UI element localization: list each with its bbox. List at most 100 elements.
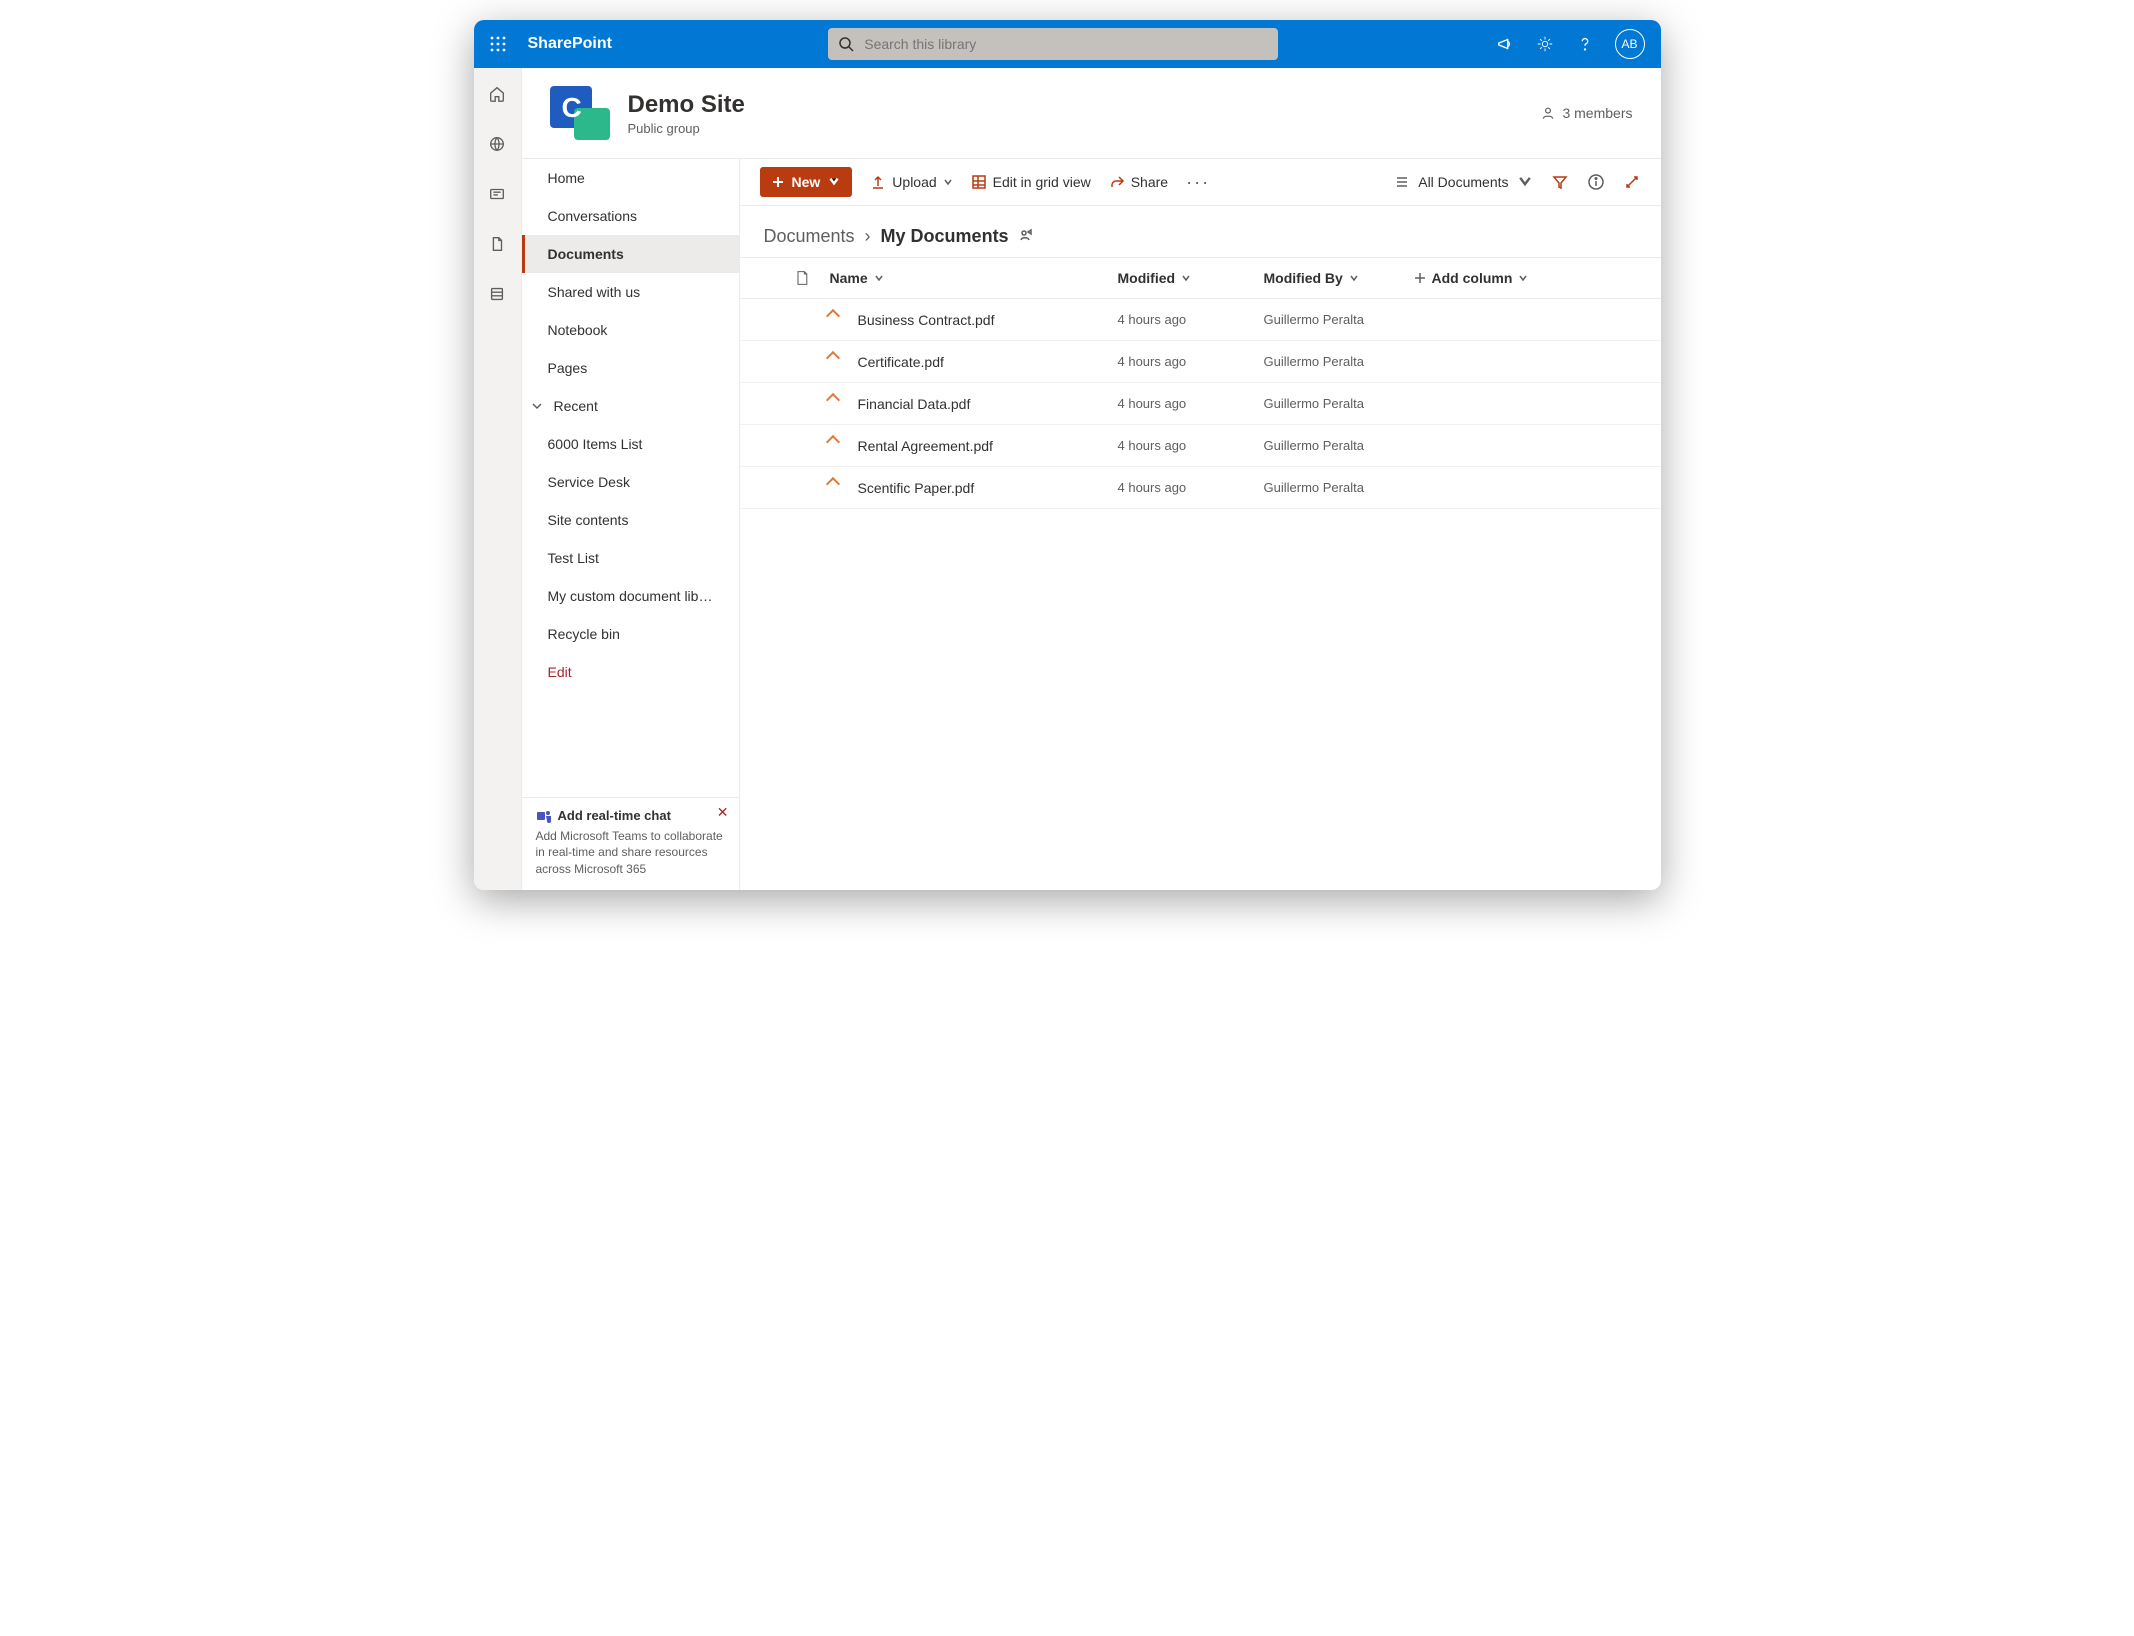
file-name[interactable]: Business Contract.pdf [858, 312, 995, 328]
new-button[interactable]: New [760, 167, 853, 197]
nav-item-service-desk[interactable]: Service Desk [522, 463, 739, 501]
breadcrumb: Documents › My Documents [740, 206, 1661, 257]
search-input[interactable] [864, 36, 1268, 52]
view-selector[interactable]: All Documents [1394, 173, 1532, 192]
table-row[interactable]: Rental Agreement.pdf 4 hours agoGuillermo… [740, 425, 1661, 467]
rail-news-icon[interactable] [481, 178, 513, 210]
rail-file-icon[interactable] [481, 228, 513, 260]
file-type-column-icon[interactable] [794, 270, 830, 286]
nav-item-test-list[interactable]: Test List [522, 539, 739, 577]
sharepoint-window: SharePoint AB [474, 20, 1661, 890]
file-modified: 4 hours ago [1118, 480, 1264, 495]
help-icon[interactable] [1575, 34, 1595, 54]
content-area: New Upload Edit in grid view [740, 159, 1661, 890]
command-bar: New Upload Edit in grid view [740, 159, 1661, 206]
upload-icon [870, 174, 886, 190]
folder-share-icon[interactable] [1019, 226, 1033, 247]
column-header-modified-by[interactable]: Modified By [1264, 270, 1414, 286]
nav-item-pages[interactable]: Pages [522, 349, 739, 387]
settings-icon[interactable] [1535, 34, 1555, 54]
info-icon[interactable] [1587, 173, 1605, 191]
rail-list-icon[interactable] [481, 278, 513, 310]
chevron-down-icon [828, 174, 840, 190]
file-modified: 4 hours ago [1118, 354, 1264, 369]
file-name[interactable]: Certificate.pdf [858, 354, 944, 370]
nav-item-6000-items-list[interactable]: 6000 Items List [522, 425, 739, 463]
chevron-down-icon [1518, 270, 1528, 286]
site-title[interactable]: Demo Site [628, 91, 1523, 119]
file-modified-by: Guillermo Peralta [1264, 438, 1414, 453]
left-navigation: HomeConversationsDocumentsShared with us… [522, 159, 740, 890]
breadcrumb-current: My Documents [881, 226, 1009, 247]
table-header: Name Modified Modified By [740, 257, 1661, 299]
file-modified-by: Guillermo Peralta [1264, 354, 1414, 369]
person-icon [1540, 105, 1556, 121]
chevron-down-icon [530, 399, 544, 413]
add-column-button[interactable]: Add column [1414, 270, 1637, 286]
column-header-modified[interactable]: Modified [1118, 270, 1264, 286]
suite-header: SharePoint AB [474, 20, 1661, 68]
file-name[interactable]: Financial Data.pdf [858, 396, 971, 412]
nav-item-recycle-bin[interactable]: Recycle bin [522, 615, 739, 653]
table-row[interactable]: Financial Data.pdf 4 hours agoGuillermo P… [740, 383, 1661, 425]
chevron-down-icon [1181, 270, 1191, 286]
filter-icon[interactable] [1551, 173, 1569, 191]
new-indicator-icon [830, 439, 846, 453]
share-button[interactable]: Share [1109, 174, 1168, 190]
chevron-down-icon [943, 174, 953, 190]
table-row[interactable]: Certificate.pdf 4 hours agoGuillermo Pera… [740, 341, 1661, 383]
chevron-down-icon [1349, 270, 1359, 286]
column-header-name[interactable]: Name [830, 270, 1118, 286]
search-box[interactable] [828, 28, 1278, 60]
nav-item-conversations[interactable]: Conversations [522, 197, 739, 235]
share-icon [1109, 174, 1125, 190]
more-commands-button[interactable]: ··· [1186, 172, 1210, 193]
site-subtitle: Public group [628, 121, 1523, 136]
teams-promo: ✕ Add real-time chat Add Microsoft Teams… [522, 797, 739, 890]
file-modified: 4 hours ago [1118, 438, 1264, 453]
chevron-right-icon: › [865, 226, 871, 247]
nav-item-recent[interactable]: Recent [522, 387, 739, 425]
new-indicator-icon [830, 397, 846, 411]
file-name[interactable]: Rental Agreement.pdf [858, 438, 993, 454]
nav-item-documents[interactable]: Documents [522, 235, 739, 273]
new-indicator-icon [830, 355, 846, 369]
new-indicator-icon [830, 313, 846, 327]
file-name[interactable]: Scentific Paper.pdf [858, 480, 975, 496]
upload-button[interactable]: Upload [870, 174, 952, 190]
nav-item-my-custom-document-libr-[interactable]: My custom document libr... [522, 577, 739, 615]
grid-icon [971, 174, 987, 190]
file-modified-by: Guillermo Peralta [1264, 396, 1414, 411]
nav-item-notebook[interactable]: Notebook [522, 311, 739, 349]
file-modified-by: Guillermo Peralta [1264, 312, 1414, 327]
user-avatar[interactable]: AB [1615, 29, 1645, 59]
app-launcher-icon[interactable] [482, 28, 514, 60]
breadcrumb-root[interactable]: Documents [764, 226, 855, 247]
file-modified: 4 hours ago [1118, 396, 1264, 411]
nav-item-site-contents[interactable]: Site contents [522, 501, 739, 539]
new-button-label: New [792, 174, 821, 190]
plus-icon [772, 176, 784, 188]
edit-grid-button[interactable]: Edit in grid view [971, 174, 1091, 190]
rail-globe-icon[interactable] [481, 128, 513, 160]
chevron-down-icon [1517, 173, 1533, 192]
nav-item-shared-with-us[interactable]: Shared with us [522, 273, 739, 311]
file-modified: 4 hours ago [1118, 312, 1264, 327]
members-link[interactable]: 3 members [1540, 105, 1632, 121]
close-icon[interactable]: ✕ [717, 804, 729, 821]
expand-icon[interactable] [1623, 173, 1641, 191]
search-icon [838, 36, 854, 52]
new-indicator-icon [830, 481, 846, 495]
teams-icon [536, 808, 552, 824]
table-row[interactable]: Scentific Paper.pdf4 hours agoGuillermo … [740, 467, 1661, 509]
plus-icon [1414, 272, 1426, 284]
promo-body: Add Microsoft Teams to collaborate in re… [536, 828, 725, 878]
nav-item-edit[interactable]: Edit [522, 653, 739, 691]
nav-item-home[interactable]: Home [522, 159, 739, 197]
rail-home-icon[interactable] [481, 78, 513, 110]
table-row[interactable]: Business Contract.pdf 4 hours agoGuillerm… [740, 299, 1661, 341]
site-logo[interactable]: C [550, 86, 610, 140]
app-rail [474, 68, 522, 890]
product-name[interactable]: SharePoint [528, 35, 612, 53]
megaphone-icon[interactable] [1495, 34, 1515, 54]
